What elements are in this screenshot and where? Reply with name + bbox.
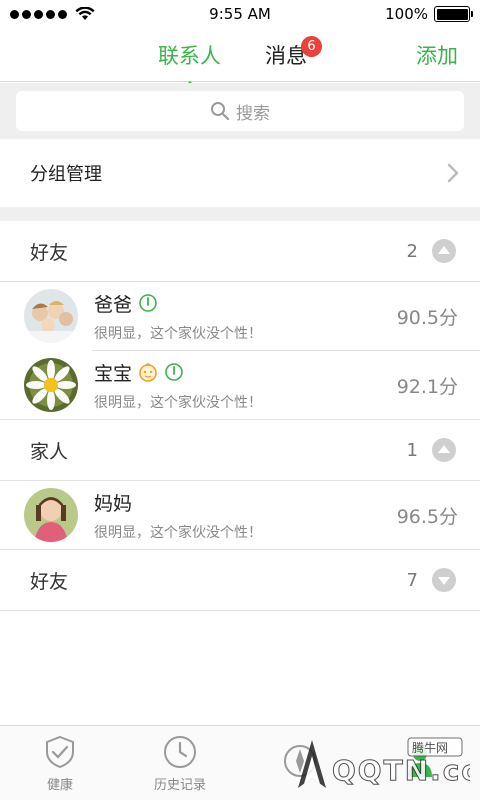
contact-status: 很明显，这个家伙没个性！	[94, 325, 262, 342]
contact-status: 很明显，这个家伙没个性！	[94, 394, 262, 411]
group-count: 2	[406, 240, 418, 262]
chevron-right-icon	[447, 163, 459, 183]
watermark-text: 腾牛网	[412, 740, 448, 755]
gauge-icon	[165, 363, 183, 381]
group-name: 好友	[30, 570, 69, 593]
section-divider	[0, 207, 480, 221]
search-input[interactable]: 搜索	[16, 91, 464, 131]
contact-row-mom[interactable]: 妈妈 很明显，这个家伙没个性！ 96.5分	[0, 481, 480, 549]
contact-name: 宝宝	[94, 362, 133, 385]
group-manage-row[interactable]: 分组管理	[0, 139, 480, 207]
contact-row-dad[interactable]: 爸爸 很明显，这个家伙没个性！ 90.5分	[0, 282, 480, 350]
contact-list: 好友 2 爸爸 很明显，这个家伙没个性！ 90.5分 宝宝 很明显，这个家伙没个…	[0, 221, 480, 611]
group-name: 家人	[30, 440, 69, 463]
tab-health-label: 健康	[46, 777, 73, 793]
collapse-icon[interactable]	[432, 438, 456, 462]
expand-icon[interactable]	[432, 568, 456, 592]
contact-name: 妈妈	[94, 492, 133, 515]
add-contact-button[interactable]: 添加	[416, 40, 458, 70]
status-bar: 9:55 AM 100%	[0, 0, 480, 28]
tab-contacts-label: 联系人	[158, 44, 221, 68]
search-icon	[211, 102, 230, 121]
contact-status: 很明显，这个家伙没个性！	[94, 524, 262, 541]
tab-history[interactable]: 历史记录	[120, 726, 240, 800]
group-header-friends-collapsed[interactable]: 好友 7	[0, 550, 480, 610]
group-header-family[interactable]: 家人 1	[0, 420, 480, 480]
contact-name: 爸爸	[94, 293, 133, 316]
contact-row-baby[interactable]: 宝宝 很明显，这个家伙没个性！ 92.1分	[0, 351, 480, 419]
contact-score: 92.1分	[396, 375, 458, 398]
group-name: 好友	[30, 241, 69, 264]
avatar	[24, 289, 78, 343]
top-nav: 联系人 消息 6 添加	[0, 28, 480, 89]
battery-icon	[434, 6, 473, 22]
contact-score: 90.5分	[396, 306, 458, 329]
contact-score: 96.5分	[396, 505, 458, 528]
shield-check-icon	[46, 735, 74, 768]
group-count: 1	[406, 439, 418, 461]
search-area: 搜索	[0, 83, 480, 139]
battery-percent: 100%	[385, 5, 428, 23]
tab-history-label: 历史记录	[153, 777, 206, 793]
group-header-friends[interactable]: 好友 2	[0, 221, 480, 281]
tab-health[interactable]: 健康	[0, 726, 120, 800]
collapse-icon[interactable]	[432, 239, 456, 263]
tab-contacts[interactable]: 联系人	[158, 40, 221, 89]
watermark-logo-text: QQTN.com	[332, 754, 470, 787]
avatar	[24, 358, 78, 412]
group-manage-label: 分组管理	[30, 164, 102, 185]
gauge-icon	[139, 294, 157, 312]
avatar	[24, 488, 78, 542]
group-count: 7	[406, 569, 418, 591]
wifi-icon	[75, 7, 95, 20]
clock-icon	[164, 735, 196, 768]
signal-strength	[10, 7, 95, 21]
baby-face-icon	[139, 363, 157, 382]
messages-unread-badge: 6	[301, 36, 322, 57]
search-placeholder: 搜索	[236, 103, 270, 124]
watermark-logo: QQTN.com 腾牛网	[298, 737, 470, 788]
